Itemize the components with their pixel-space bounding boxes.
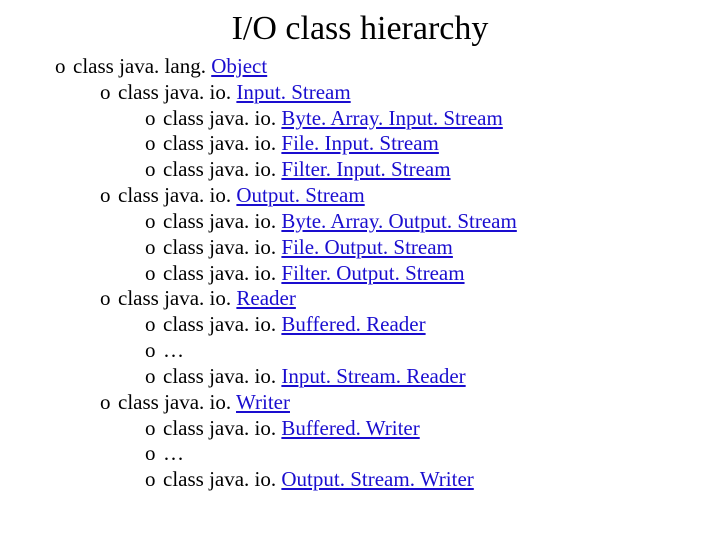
pkg-text: java. io.: [209, 312, 281, 336]
class-prefix: class: [163, 261, 209, 285]
class-link[interactable]: Output. Stream. Writer: [281, 467, 473, 491]
class-link[interactable]: Filter. Input. Stream: [281, 157, 450, 181]
class-link[interactable]: Reader: [236, 286, 295, 310]
bullet: o: [145, 235, 163, 261]
pkg-text: java. io.: [209, 131, 281, 155]
tree-row: o…: [25, 338, 720, 364]
pkg-text: java. io.: [209, 261, 281, 285]
bullet: o: [145, 338, 163, 364]
class-prefix: class: [163, 131, 209, 155]
bullet: o: [100, 80, 118, 106]
tree-row: oclass java. io. Input. Stream. Reader: [25, 364, 720, 390]
tree-row: oclass java. io. Buffered. Reader: [25, 312, 720, 338]
slide: I/O class hierarchy oclass java. lang. O…: [0, 0, 720, 540]
tree-row: oclass java. io. File. Input. Stream: [25, 131, 720, 157]
class-tree: oclass java. lang. Object oclass java. i…: [0, 54, 720, 493]
page-title: I/O class hierarchy: [0, 0, 720, 54]
ellipsis-text: …: [163, 338, 184, 362]
bullet: o: [55, 54, 73, 80]
pkg-text: java. io.: [209, 106, 281, 130]
tree-row: oclass java. lang. Object: [25, 54, 720, 80]
bullet: o: [145, 106, 163, 132]
class-prefix: class: [163, 416, 209, 440]
class-prefix: class: [163, 157, 209, 181]
class-prefix: class: [118, 390, 164, 414]
pkg-text: java. io.: [164, 286, 236, 310]
class-link[interactable]: Filter. Output. Stream: [281, 261, 464, 285]
pkg-text: java. io.: [209, 157, 281, 181]
class-prefix: class: [163, 209, 209, 233]
bullet: o: [100, 286, 118, 312]
ellipsis-text: …: [163, 441, 184, 465]
tree-row: oclass java. io. Reader: [25, 286, 720, 312]
tree-row: oclass java. io. Byte. Array. Output. St…: [25, 209, 720, 235]
pkg-text: java. io.: [164, 390, 236, 414]
pkg-text: java. io.: [209, 209, 281, 233]
class-link[interactable]: Object: [211, 54, 267, 78]
tree-row: oclass java. io. Output. Stream: [25, 183, 720, 209]
pkg-text: java. io.: [164, 80, 236, 104]
tree-row: oclass java. io. Byte. Array. Input. Str…: [25, 106, 720, 132]
class-link[interactable]: Output. Stream: [236, 183, 364, 207]
bullet: o: [145, 416, 163, 442]
class-link[interactable]: Byte. Array. Input. Stream: [281, 106, 502, 130]
bullet: o: [145, 131, 163, 157]
pkg-text: java. io.: [209, 416, 281, 440]
tree-row: o…: [25, 441, 720, 467]
class-prefix: class: [73, 54, 119, 78]
class-link[interactable]: Buffered. Reader: [281, 312, 425, 336]
bullet: o: [100, 390, 118, 416]
class-prefix: class: [118, 286, 164, 310]
class-link[interactable]: Input. Stream. Reader: [281, 364, 465, 388]
bullet: o: [100, 183, 118, 209]
pkg-text: java. io.: [209, 235, 281, 259]
pkg-text: java. io.: [209, 467, 281, 491]
class-link[interactable]: Byte. Array. Output. Stream: [281, 209, 516, 233]
bullet: o: [145, 364, 163, 390]
class-prefix: class: [118, 183, 164, 207]
class-link[interactable]: File. Output. Stream: [281, 235, 453, 259]
class-prefix: class: [163, 364, 209, 388]
class-link[interactable]: Writer: [236, 390, 290, 414]
class-prefix: class: [163, 235, 209, 259]
class-prefix: class: [163, 467, 209, 491]
pkg-text: java. io.: [209, 364, 281, 388]
pkg-text: java. lang.: [119, 54, 211, 78]
bullet: o: [145, 441, 163, 467]
class-prefix: class: [163, 312, 209, 336]
bullet: o: [145, 209, 163, 235]
tree-row: oclass java. io. Output. Stream. Writer: [25, 467, 720, 493]
tree-row: oclass java. io. Buffered. Writer: [25, 416, 720, 442]
bullet: o: [145, 157, 163, 183]
tree-row: oclass java. io. Input. Stream: [25, 80, 720, 106]
class-prefix: class: [118, 80, 164, 104]
tree-row: oclass java. io. File. Output. Stream: [25, 235, 720, 261]
class-link[interactable]: Input. Stream: [236, 80, 350, 104]
bullet: o: [145, 261, 163, 287]
pkg-text: java. io.: [164, 183, 236, 207]
tree-row: oclass java. io. Filter. Output. Stream: [25, 261, 720, 287]
tree-row: oclass java. io. Writer: [25, 390, 720, 416]
bullet: o: [145, 312, 163, 338]
tree-row: oclass java. io. Filter. Input. Stream: [25, 157, 720, 183]
class-link[interactable]: File. Input. Stream: [281, 131, 438, 155]
class-prefix: class: [163, 106, 209, 130]
bullet: o: [145, 467, 163, 493]
class-link[interactable]: Buffered. Writer: [281, 416, 419, 440]
